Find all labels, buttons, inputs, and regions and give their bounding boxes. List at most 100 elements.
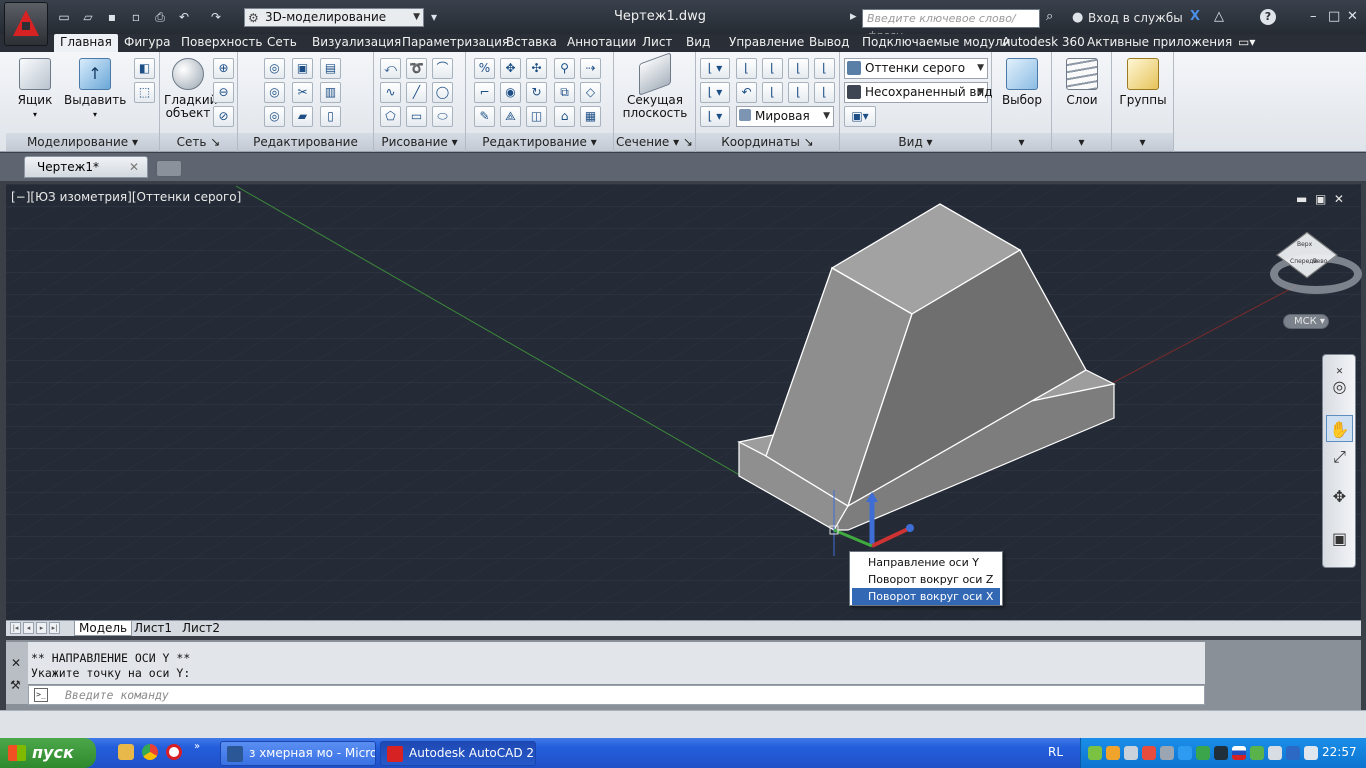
named-view-select[interactable]: Несохраненный вид ▼ xyxy=(844,82,993,103)
tray-app-icon[interactable] xyxy=(1124,746,1138,760)
save-as-icon[interactable]: ▫ xyxy=(128,9,144,25)
prev-layout-icon[interactable]: ◂ xyxy=(23,622,34,634)
copy-icon[interactable]: ◫ xyxy=(526,106,547,127)
ucs-z-axis-icon[interactable]: ⌊ xyxy=(788,82,809,103)
mesh-convert-icon[interactable]: ⊘ xyxy=(213,106,234,127)
next-layout-icon[interactable]: ▸ xyxy=(36,622,47,634)
ucs-icon[interactable]: ⌊ ▾ xyxy=(700,58,730,79)
binoculars-icon[interactable]: ⌕ xyxy=(1046,9,1053,24)
chrome-icon[interactable] xyxy=(142,744,158,760)
application-menu-button[interactable] xyxy=(4,2,48,46)
panel-title-modify[interactable]: Редактирование ▾ xyxy=(466,133,613,151)
line-icon[interactable]: ╱ xyxy=(406,82,427,103)
command-line-handle[interactable]: ✕ ⚒ xyxy=(6,642,28,704)
panel-title-groups[interactable]: ▾ xyxy=(1112,133,1173,151)
showmotion-icon[interactable]: ▣ xyxy=(1326,525,1353,552)
layers-button[interactable]: Слои xyxy=(1058,58,1106,107)
trim-icon[interactable]: ⇢ xyxy=(580,58,601,79)
tab-plugins[interactable]: Подключаемые модули xyxy=(856,34,1017,52)
orbit-icon[interactable]: ✥ xyxy=(1326,483,1353,510)
ucs-y-icon[interactable]: ⌊ xyxy=(762,82,783,103)
a360-icon[interactable]: △ xyxy=(1214,9,1224,24)
tray-app-icon[interactable] xyxy=(1196,746,1210,760)
tab-solid[interactable]: Фигура xyxy=(118,34,177,52)
subtract-icon[interactable]: ◎ xyxy=(264,82,285,103)
ucs-view-icon[interactable]: ⌊ xyxy=(736,58,757,79)
ucs-face-icon[interactable]: ⌊ xyxy=(814,58,835,79)
customize-toolbar-icon[interactable]: ▾ xyxy=(426,9,442,25)
viewcube-face-left[interactable]: Лево xyxy=(1312,258,1327,265)
restore-icon[interactable]: □ xyxy=(1328,9,1340,24)
pan-hand-icon[interactable]: ✋ xyxy=(1326,415,1353,442)
tray-app-icon[interactable] xyxy=(1142,746,1156,760)
ucs-named-icon[interactable]: ⌊ ▾ xyxy=(700,106,730,127)
tray-app-icon[interactable] xyxy=(1178,746,1192,760)
volume-icon[interactable] xyxy=(1304,746,1318,760)
panel-title-selection[interactable]: ▾ xyxy=(992,133,1051,151)
tab-featured-apps[interactable]: Активные приложения xyxy=(1081,34,1238,52)
tab-home[interactable]: Главная xyxy=(54,34,118,52)
solid-edit-icon[interactable]: ◧ xyxy=(134,58,155,79)
mesh-add-icon[interactable]: ⊕ xyxy=(213,58,234,79)
task-autocad[interactable]: Autodesk AutoCAD 2... xyxy=(380,741,536,766)
panel-title-coordinates[interactable]: Координаты ↘ xyxy=(696,133,839,151)
array-icon[interactable]: ⚲ xyxy=(554,58,575,79)
tab-mesh[interactable]: Сеть xyxy=(261,34,303,52)
tab-autodesk360[interactable]: Autodesk 360 xyxy=(996,34,1091,52)
mesh-remove-icon[interactable]: ⊖ xyxy=(213,82,234,103)
3d-move-icon[interactable]: ✥ xyxy=(500,58,521,79)
expand-arrow-icon[interactable]: ▸ xyxy=(850,9,857,24)
coordinate-system-select[interactable]: Мировая ▼ xyxy=(736,106,834,127)
box-button[interactable]: Ящик ▾ xyxy=(12,58,58,121)
solid-history-icon[interactable]: ▤ xyxy=(320,58,341,79)
groups-button[interactable]: Группы xyxy=(1118,58,1168,107)
new-tab-button[interactable] xyxy=(156,160,182,177)
ucs-origin-icon[interactable]: ⌊ ▾ xyxy=(700,82,730,103)
menu-item-rotate-x[interactable]: Поворот вокруг оси X xyxy=(852,588,1000,605)
scale-icon[interactable]: % xyxy=(474,58,495,79)
explode-icon[interactable]: ⌂ xyxy=(554,106,575,127)
slice-icon[interactable]: ✂ xyxy=(292,82,313,103)
tab-visualize[interactable]: Визуализация xyxy=(306,34,407,52)
quicklaunch-icon[interactable] xyxy=(118,744,134,760)
panel-title-mesh[interactable]: Сеть ↘ xyxy=(160,133,237,151)
search-input[interactable]: Введите ключевое слово/фразу xyxy=(862,9,1040,42)
zoom-extents-icon[interactable]: ⤢ xyxy=(1326,443,1353,470)
tab-surface[interactable]: Поверхность xyxy=(175,34,268,52)
tray-app-icon[interactable] xyxy=(1160,746,1174,760)
panel-title-view[interactable]: Вид ▾ xyxy=(840,133,991,151)
selection-button[interactable]: Выбор xyxy=(998,58,1046,107)
menu-item-y-direction[interactable]: Направление оси Y xyxy=(852,554,1000,571)
last-layout-icon[interactable]: ▸| xyxy=(49,622,60,634)
tab-insert[interactable]: Вставка xyxy=(500,34,563,52)
panel-title-draw[interactable]: Рисование ▾ xyxy=(374,133,465,151)
redo-icon[interactable]: ↷ xyxy=(208,9,224,25)
offset-icon[interactable]: ◇ xyxy=(580,82,601,103)
tray-app-icon[interactable] xyxy=(1268,746,1282,760)
ucs-x-icon[interactable]: ⌊ xyxy=(762,58,783,79)
signin-link[interactable]: Вход в службы xyxy=(1088,11,1183,25)
workspace-select[interactable]: ⚙ 3D-моделирование ▼ xyxy=(244,8,424,27)
tab-view[interactable]: Вид xyxy=(680,34,716,52)
ucs-3point-icon[interactable]: ⌊ xyxy=(814,82,835,103)
tray-flag-icon[interactable] xyxy=(1232,746,1246,760)
viewport-controls-label[interactable]: [−][ЮЗ изометрия][Оттенки серого] xyxy=(11,190,241,204)
viewcube-face-top[interactable]: Верх xyxy=(1297,241,1312,248)
panel-title-solid-editing[interactable]: Редактирование тела ▾ xyxy=(238,133,373,167)
mirror-icon[interactable]: ⧉ xyxy=(554,82,575,103)
drawing-viewport[interactable] xyxy=(6,184,1361,620)
tab-manage[interactable]: Управление xyxy=(723,34,810,52)
panel-title-modeling[interactable]: Моделирование ▾ xyxy=(6,133,159,151)
erase-icon[interactable]: ✎ xyxy=(474,106,495,127)
command-input[interactable]: >_ Введите команду xyxy=(28,685,1205,705)
section-plane-button[interactable]: Секущая плоскость xyxy=(622,52,688,120)
ucs-previous-icon[interactable]: ↶ xyxy=(736,82,757,103)
panel-title-section[interactable]: Сечение ▾ ↘ xyxy=(614,133,695,151)
clock[interactable]: 22:57 xyxy=(1322,745,1357,759)
union-icon[interactable]: ◎ xyxy=(264,58,285,79)
wcs-menu-button[interactable]: МСК ▾ xyxy=(1283,314,1329,329)
first-layout-icon[interactable]: |◂ xyxy=(10,622,21,634)
minimize-icon[interactable]: – xyxy=(1310,9,1317,24)
smooth-object-button[interactable]: Гладкий объект xyxy=(164,58,217,120)
rectangle-icon[interactable]: ▭ xyxy=(406,106,427,127)
